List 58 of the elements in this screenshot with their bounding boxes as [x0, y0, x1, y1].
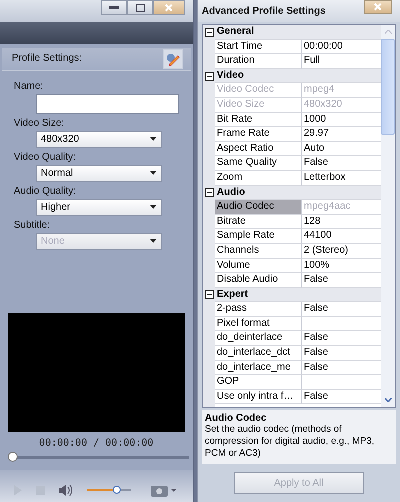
property-name[interactable]: Bitrate: [215, 214, 302, 230]
edit-button[interactable]: [163, 48, 183, 69]
name-field[interactable]: [36, 94, 179, 114]
collapse-icon[interactable]: [204, 188, 214, 198]
field-label: Subtitle:: [14, 220, 52, 231]
field-label: Audio Quality:: [14, 186, 78, 197]
field-label: Video Quality:: [14, 152, 78, 163]
collapse-icon[interactable]: [204, 28, 214, 37]
property-name[interactable]: do_interlace_dct: [215, 346, 302, 361]
property-name[interactable]: do_interlace_me: [215, 360, 302, 376]
collapse-icon[interactable]: [204, 72, 214, 81]
property-name[interactable]: do_deinterlace: [215, 331, 302, 346]
caret-icon: [150, 137, 157, 142]
maximize-button[interactable]: [127, 0, 153, 15]
property-name[interactable]: Same Quality: [215, 156, 302, 171]
property-name[interactable]: Channels: [215, 244, 302, 258]
category-label: General: [215, 25, 381, 40]
description-text: Set the audio codec (methods of compression for digital audio, e.g., MP3, PCM or AC3): [205, 424, 376, 460]
scrollbar-thumb[interactable]: [381, 39, 395, 135]
collapse-icon[interactable]: [204, 290, 214, 300]
minimize-button[interactable]: [101, 0, 127, 15]
caret-icon: [150, 171, 157, 176]
field-label: Video Size:: [14, 118, 66, 129]
dropdown[interactable]: 480x320: [36, 130, 162, 148]
speaker-icon[interactable]: [59, 484, 73, 496]
panel-title: Profile Settings:: [12, 53, 82, 64]
category-label: Audio: [215, 186, 381, 200]
camera-icon[interactable]: [151, 484, 177, 497]
dropdown[interactable]: Normal: [36, 164, 162, 182]
chevron-down-icon: [384, 398, 392, 402]
close-icon: [165, 4, 173, 12]
caret-icon: [150, 205, 157, 210]
property-name[interactable]: Volume: [215, 258, 302, 274]
time-display: 00:00:00 / 00:00:00: [38, 438, 155, 450]
property-name[interactable]: Use only intra f…: [215, 390, 302, 404]
close-button[interactable]: [364, 0, 392, 14]
volume-thumb[interactable]: [112, 486, 121, 494]
property-name[interactable]: Frame Rate: [215, 127, 302, 142]
property-name[interactable]: Start Time: [215, 40, 302, 54]
property-name[interactable]: Bit Rate: [215, 112, 302, 128]
property-name[interactable]: Pixel format: [215, 316, 302, 332]
category-label: Expert: [215, 288, 381, 302]
maximize-icon: [136, 4, 144, 12]
panel-title: Advanced Profile Settings: [202, 6, 326, 16]
chevron-up-icon: [384, 30, 392, 34]
property-name[interactable]: 2-pass: [215, 302, 302, 317]
description-title: Audio Codec: [205, 413, 268, 424]
seek-thumb[interactable]: [8, 452, 18, 462]
field-label: Name:: [14, 80, 44, 92]
property-name[interactable]: Sample Rate: [215, 229, 302, 244]
volume-slider[interactable]: [87, 489, 131, 492]
dropdown[interactable]: Higher: [36, 198, 162, 216]
caret-icon: [150, 239, 157, 244]
property-name[interactable]: Aspect Ratio: [215, 142, 302, 156]
category-label: Video: [215, 68, 381, 84]
property-name[interactable]: GOP: [215, 375, 302, 390]
minimize-icon: [109, 6, 119, 10]
close-icon: [374, 3, 382, 11]
